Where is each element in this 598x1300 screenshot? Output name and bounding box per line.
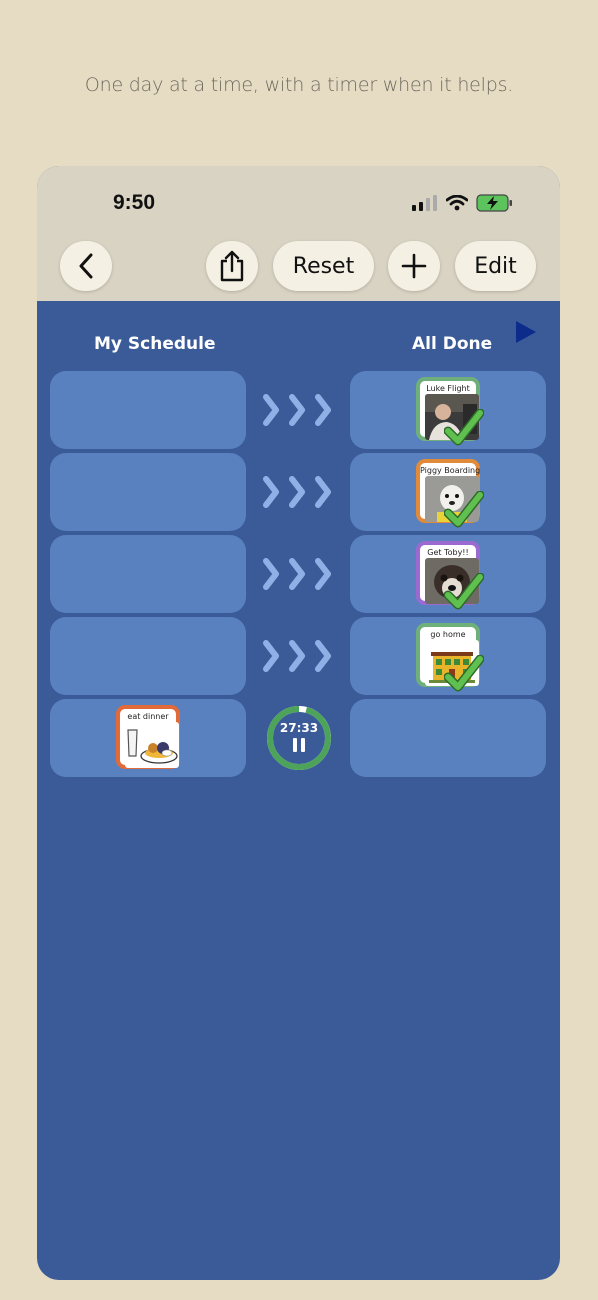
activity-card-go-home[interactable]: go home xyxy=(416,623,484,692)
timer-readout: 27:33 xyxy=(279,721,319,735)
schedule-row: go home xyxy=(50,617,547,695)
schedule-slot[interactable] xyxy=(50,371,246,449)
signal-icon xyxy=(412,195,437,211)
done-slot[interactable]: Get Toby!! xyxy=(350,535,546,613)
activity-card-get-toby[interactable]: Get Toby!! xyxy=(416,541,484,610)
my-schedule-header: My Schedule xyxy=(94,334,216,354)
card-label: go home xyxy=(430,630,466,639)
chevrons-icon xyxy=(263,394,331,426)
status-icons xyxy=(412,194,514,212)
schedule-row: Luke Flight xyxy=(50,371,547,449)
schedule-slot[interactable] xyxy=(50,453,246,531)
checkmark-icon xyxy=(444,573,484,610)
chevrons-icon xyxy=(263,476,331,508)
pause-icon[interactable] xyxy=(293,738,305,752)
activity-card-luke-flight[interactable]: Luke Flight xyxy=(416,377,484,446)
chevrons-icon xyxy=(263,640,331,672)
schedule-row: Piggy Boarding xyxy=(50,453,547,531)
play-icon[interactable] xyxy=(516,321,536,343)
share-button[interactable] xyxy=(206,241,258,291)
top-bar: 9:50 Reset Edit xyxy=(37,166,560,301)
card-label: Piggy Boarding xyxy=(420,466,481,475)
checkmark-icon xyxy=(444,409,484,446)
card-label: Luke Flight xyxy=(426,384,470,393)
schedule-slot[interactable] xyxy=(50,617,246,695)
card-label: Get Toby!! xyxy=(427,548,469,557)
card-label: eat dinner xyxy=(127,712,169,721)
chevrons-icon xyxy=(263,558,331,590)
reset-button[interactable]: Reset xyxy=(273,241,374,291)
checkmark-icon xyxy=(444,491,484,528)
done-slot[interactable] xyxy=(350,699,546,777)
activity-card-eat-dinner[interactable]: eat dinner xyxy=(116,705,180,769)
chevron-left-icon xyxy=(79,253,93,279)
done-slot[interactable]: Luke Flight xyxy=(350,371,546,449)
done-slot[interactable]: go home xyxy=(350,617,546,695)
schedule-slot[interactable] xyxy=(50,535,246,613)
battery-charging-icon xyxy=(476,194,512,212)
share-icon xyxy=(220,250,244,282)
activity-card-piggy-boarding[interactable]: Piggy Boarding xyxy=(416,459,484,528)
wifi-icon xyxy=(446,195,468,211)
tagline: One day at a time, with a timer when it … xyxy=(84,74,514,96)
add-button[interactable] xyxy=(388,241,440,291)
schedule-row: Get Toby!! xyxy=(50,535,547,613)
edit-button[interactable]: Edit xyxy=(455,241,536,291)
plus-icon xyxy=(401,253,427,279)
all-done-header: All Done xyxy=(412,334,493,354)
dinner-plate-icon xyxy=(125,722,179,768)
back-button[interactable] xyxy=(60,241,112,291)
checkmark-icon xyxy=(444,655,484,692)
phone-screen: 9:50 Reset Edit My Schedule All Done Luk… xyxy=(37,166,560,1280)
done-slot[interactable]: Piggy Boarding xyxy=(350,453,546,531)
schedule-slot[interactable]: eat dinner xyxy=(50,699,246,777)
status-time: 9:50 xyxy=(113,191,156,214)
